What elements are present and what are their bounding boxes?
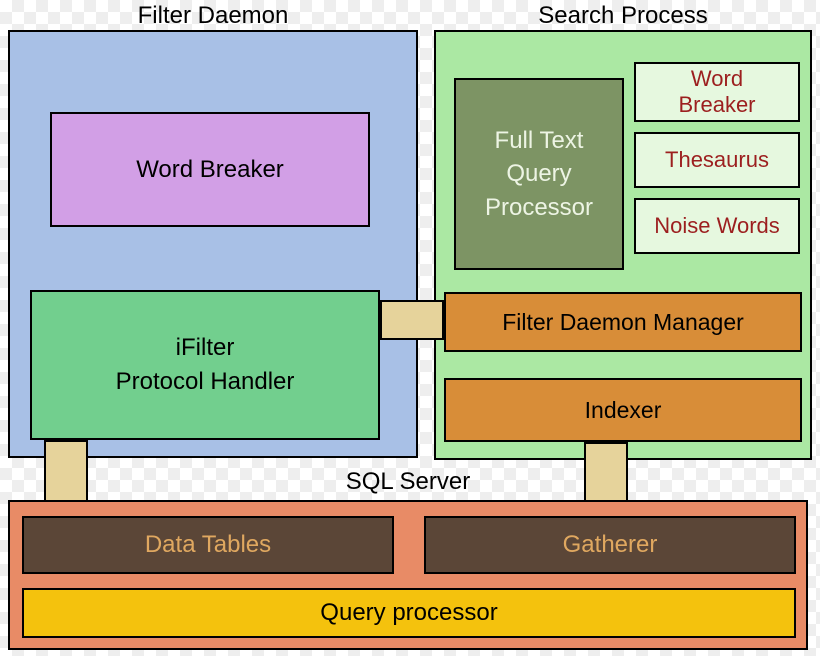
thesaurus-box: Thesaurus	[634, 132, 800, 188]
sql-server-title: SQL Server	[8, 468, 808, 496]
data-tables-box: Data Tables	[22, 516, 394, 574]
noise-words-box: Noise Words	[634, 198, 800, 254]
ifilter-protocol-handler-box: iFilter Protocol Handler	[30, 290, 380, 440]
architecture-diagram: Filter Daemon Word Breaker Search Proces…	[0, 0, 820, 656]
gatherer-box: Gatherer	[424, 516, 796, 574]
filter-daemon-title: Filter Daemon	[8, 2, 418, 30]
indexer-box: Indexer	[444, 378, 802, 442]
search-process-title: Search Process	[434, 2, 812, 30]
filter-daemon-manager-box: Filter Daemon Manager	[444, 292, 802, 352]
query-processor-box: Query processor	[22, 588, 796, 638]
connector-ifilter-to-fdm	[380, 300, 444, 340]
word-breaker-box-filter: Word Breaker	[50, 112, 370, 227]
full-text-query-processor-box: Full Text Query Processor	[454, 78, 624, 270]
word-breaker-box-search: Word Breaker	[634, 62, 800, 122]
